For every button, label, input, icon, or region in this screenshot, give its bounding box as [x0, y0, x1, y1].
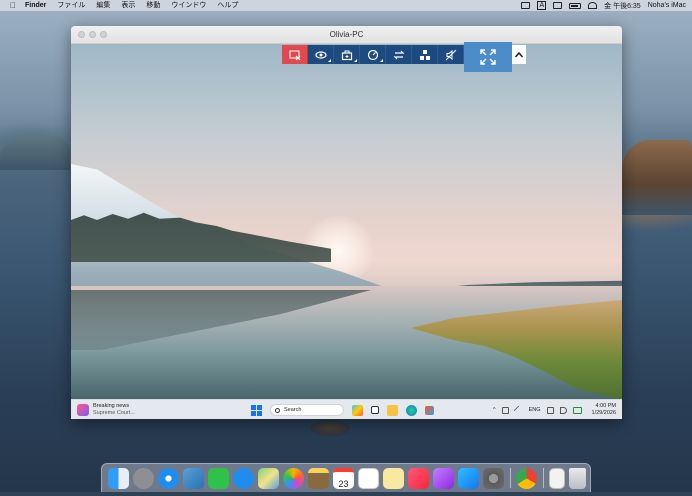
toolbox-icon: [341, 50, 352, 60]
windows-start-icon[interactable]: [251, 404, 262, 416]
input-source[interactable]: A: [537, 1, 547, 10]
apps-icon: [419, 49, 430, 60]
transfer-button[interactable]: [386, 45, 412, 64]
menu-bar:  Finder ファイル 編集 表示 移動 ウインドウ ヘルプ A 金 午後6…: [0, 0, 692, 11]
dock-separator: [510, 468, 511, 488]
dock-podcasts-icon[interactable]: [433, 467, 454, 489]
taskbar-clock[interactable]: 4:00 PM 1/29/2026: [592, 403, 616, 417]
dock-preview-icon[interactable]: [183, 467, 204, 489]
dock-reminders-icon[interactable]: [358, 467, 379, 489]
network-icon[interactable]: [546, 406, 554, 414]
battery-tray-icon[interactable]: [572, 406, 582, 414]
remote-desktop-window: Olivia-PC Breaking news Supreme Court...…: [71, 26, 622, 419]
tray-app-icon[interactable]: [501, 406, 509, 414]
dock-launchpad-icon[interactable]: [133, 467, 154, 489]
task-view-icon[interactable]: [371, 406, 379, 414]
window-titlebar[interactable]: Olivia-PC: [71, 26, 622, 44]
disconnect-icon: [289, 50, 300, 60]
transfer-icon: [393, 50, 404, 59]
edge-icon[interactable]: [406, 404, 417, 416]
toolbox-button[interactable]: [334, 45, 360, 64]
menu-file[interactable]: ファイル: [57, 0, 85, 11]
remote-screen[interactable]: Breaking news Supreme Court... Search ^ …: [71, 44, 622, 419]
dock-music-icon[interactable]: [408, 467, 429, 489]
menubar-clock[interactable]: 金 午後6:35: [604, 1, 641, 11]
taskbar-date: 1/29/2026: [591, 410, 616, 416]
dock-maps-icon[interactable]: [258, 467, 279, 489]
screen-share-icon[interactable]: [521, 2, 531, 9]
window-title: Olivia-PC: [329, 30, 364, 39]
airplay-icon[interactable]: [553, 2, 563, 9]
file-explorer-icon[interactable]: [387, 404, 398, 416]
dock-facetime-icon[interactable]: [208, 467, 229, 489]
news-icon: [77, 404, 89, 416]
chevron-up-icon: [514, 51, 524, 57]
dock-system-preferences-icon[interactable]: [483, 467, 504, 489]
menu-app-name[interactable]: Finder: [25, 0, 46, 11]
collapse-toolbar-button[interactable]: [512, 45, 526, 64]
menu-view[interactable]: 表示: [121, 0, 135, 11]
gauge-icon: [367, 49, 378, 60]
menu-help[interactable]: ヘルプ: [217, 0, 238, 11]
remote-taskbar: Breaking news Supreme Court... Search ^ …: [71, 399, 622, 419]
store-icon[interactable]: [425, 405, 434, 415]
mute-button[interactable]: [438, 45, 464, 64]
fullscreen-icon: [480, 49, 496, 65]
news-title: Breaking news: [93, 403, 130, 409]
search-placeholder: Search: [284, 407, 302, 413]
remote-toolbar: [282, 42, 526, 72]
dock-stickies-icon[interactable]: [383, 467, 404, 489]
search-icon: [275, 407, 280, 413]
menu-edit[interactable]: 編集: [96, 0, 110, 11]
menu-go[interactable]: 移動: [146, 0, 160, 11]
apps-button[interactable]: [412, 45, 438, 64]
news-subtitle: Supreme Court...: [93, 410, 135, 416]
mute-icon: [445, 49, 456, 60]
news-widget[interactable]: Breaking news Supreme Court...: [77, 403, 237, 417]
copilot-icon[interactable]: [352, 404, 363, 416]
eye-icon: [314, 50, 327, 59]
menu-window[interactable]: ウインドウ: [171, 0, 206, 11]
pen-icon[interactable]: [513, 405, 524, 415]
fullscreen-button[interactable]: [464, 42, 512, 72]
volume-icon[interactable]: [559, 406, 567, 414]
dock-photos-icon[interactable]: [283, 467, 304, 489]
dock-notes-icon[interactable]: [308, 467, 329, 489]
quality-button[interactable]: [360, 45, 386, 64]
dock-trash-icon[interactable]: [569, 467, 586, 489]
battery-icon[interactable]: [569, 2, 582, 9]
disconnect-button[interactable]: [282, 45, 308, 64]
view-button[interactable]: [308, 45, 334, 64]
dock-calendar-icon[interactable]: 23: [333, 467, 354, 489]
taskbar-search-input[interactable]: Search: [270, 404, 344, 416]
dock-finder-icon[interactable]: [108, 467, 129, 489]
system-tray: ^ ENG 4:00 PM 1/29/2026: [487, 403, 616, 417]
dock-separator-2: [543, 468, 544, 488]
wifi-icon[interactable]: [588, 2, 598, 9]
dock-app-store-icon[interactable]: [458, 467, 479, 489]
dock-chrome-icon[interactable]: [516, 467, 537, 489]
tray-chevron-up-icon[interactable]: ^: [493, 407, 496, 413]
dock-document-icon[interactable]: [549, 467, 565, 489]
dock-messages-icon[interactable]: [233, 467, 254, 489]
dock-safari-icon[interactable]: [158, 467, 179, 489]
language-indicator[interactable]: ENG: [529, 407, 541, 413]
wallpaper-island: [310, 420, 350, 436]
apple-menu-icon[interactable]: : [10, 1, 19, 10]
dock: 23: [101, 463, 591, 492]
status-area: A 金 午後6:35 Noha's iMac: [514, 1, 686, 11]
menubar-user[interactable]: Noha's iMac: [648, 2, 686, 9]
wallpaper-rock-right: [622, 140, 692, 215]
calendar-day: 23: [338, 478, 349, 489]
taskbar-time: 4:00 PM: [595, 403, 616, 409]
